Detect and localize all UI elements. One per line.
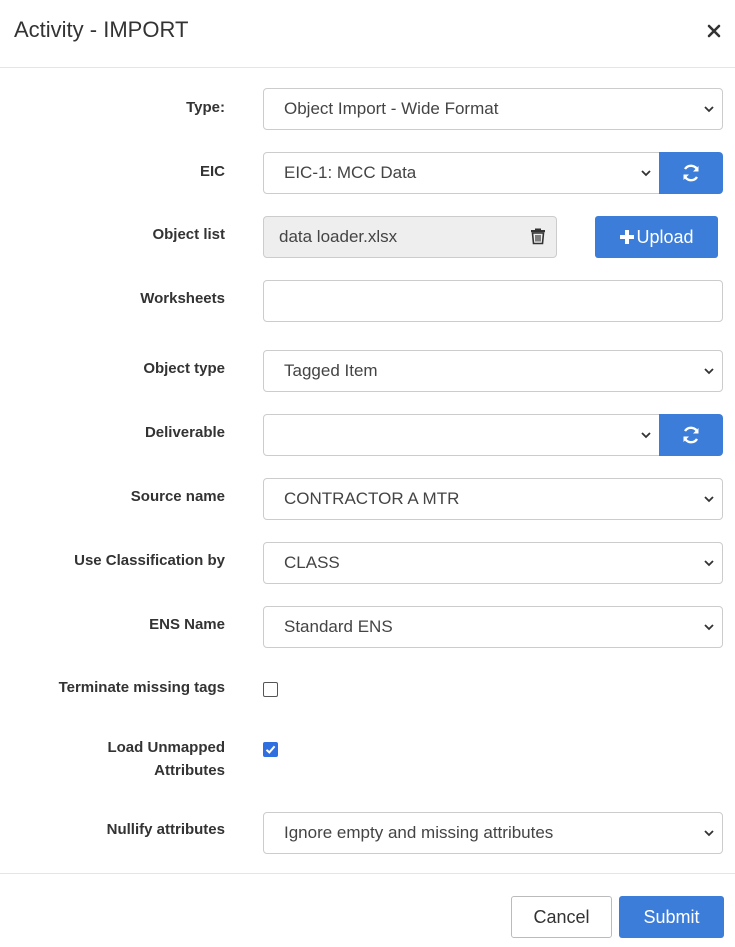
eic-refresh-button[interactable] [659, 152, 723, 194]
refresh-icon [683, 426, 699, 444]
load-unmapped-checkbox[interactable] [263, 742, 278, 757]
type-select[interactable]: Object Import - Wide Format [263, 88, 723, 130]
eic-label: EIC [199, 163, 225, 180]
chevron-down-icon [641, 170, 651, 177]
dialog-header: Activity - IMPORT [0, 0, 735, 68]
chevron-down-icon [704, 560, 714, 567]
close-icon [707, 24, 721, 38]
deliverable-label: Deliverable [144, 424, 225, 441]
chevron-down-icon [704, 496, 714, 503]
cancel-button[interactable]: Cancel [511, 896, 612, 938]
dialog-footer: Cancel Submit [0, 873, 735, 947]
trash-icon[interactable] [529, 227, 547, 245]
chevron-down-icon [704, 830, 714, 837]
object-type-select-value: Tagged Item [284, 361, 378, 380]
nullify-attributes-select-value: Ignore empty and missing attributes [284, 823, 554, 842]
chevron-down-icon [704, 368, 714, 375]
object-list-label: Object list [152, 226, 225, 243]
terminate-missing-tags-checkbox[interactable] [263, 682, 278, 697]
eic-select[interactable]: EIC-1: MCC Data [263, 152, 660, 194]
type-select-value: Object Import - Wide Format [284, 99, 499, 118]
ens-name-select[interactable]: Standard ENS [263, 606, 723, 648]
type-label: Type: [186, 99, 225, 116]
upload-button[interactable]: Upload [595, 216, 718, 258]
terminate-missing-tags-label: Terminate missing tags [58, 679, 225, 696]
classification-select-value: CLASS [284, 553, 340, 572]
submit-button[interactable]: Submit [619, 896, 724, 938]
checkmark-icon [265, 745, 276, 754]
refresh-icon [683, 164, 699, 182]
nullify-attributes-label: Nullify attributes [106, 821, 225, 838]
classification-label: Use Classification by [74, 552, 225, 569]
load-unmapped-label-line2: Attributes [154, 762, 225, 779]
plus-icon [620, 230, 635, 244]
upload-button-label: Upload [636, 226, 694, 247]
object-list-file: data loader.xlsx [263, 216, 557, 258]
worksheets-label: Worksheets [140, 290, 225, 307]
object-type-select[interactable]: Tagged Item [263, 350, 723, 392]
dialog-title: Activity - IMPORT [14, 17, 189, 42]
close-button[interactable] [701, 18, 727, 44]
classification-select[interactable]: CLASS [263, 542, 723, 584]
object-type-label: Object type [143, 360, 225, 377]
source-name-select-value: CONTRACTOR A MTR [284, 489, 460, 508]
nullify-attributes-select[interactable]: Ignore empty and missing attributes [263, 812, 723, 854]
deliverable-refresh-button[interactable] [659, 414, 723, 456]
eic-select-value: EIC-1: MCC Data [284, 163, 417, 182]
ens-name-label: ENS Name [149, 616, 225, 633]
source-name-select[interactable]: CONTRACTOR A MTR [263, 478, 723, 520]
chevron-down-icon [704, 106, 714, 113]
worksheets-input[interactable] [263, 280, 723, 322]
ens-name-select-value: Standard ENS [284, 617, 393, 636]
object-list-file-name: data loader.xlsx [279, 227, 398, 246]
deliverable-select[interactable] [263, 414, 660, 456]
load-unmapped-label-line1: Load Unmapped [107, 739, 225, 756]
chevron-down-icon [641, 432, 651, 439]
source-name-label: Source name [130, 488, 225, 505]
chevron-down-icon [704, 624, 714, 631]
